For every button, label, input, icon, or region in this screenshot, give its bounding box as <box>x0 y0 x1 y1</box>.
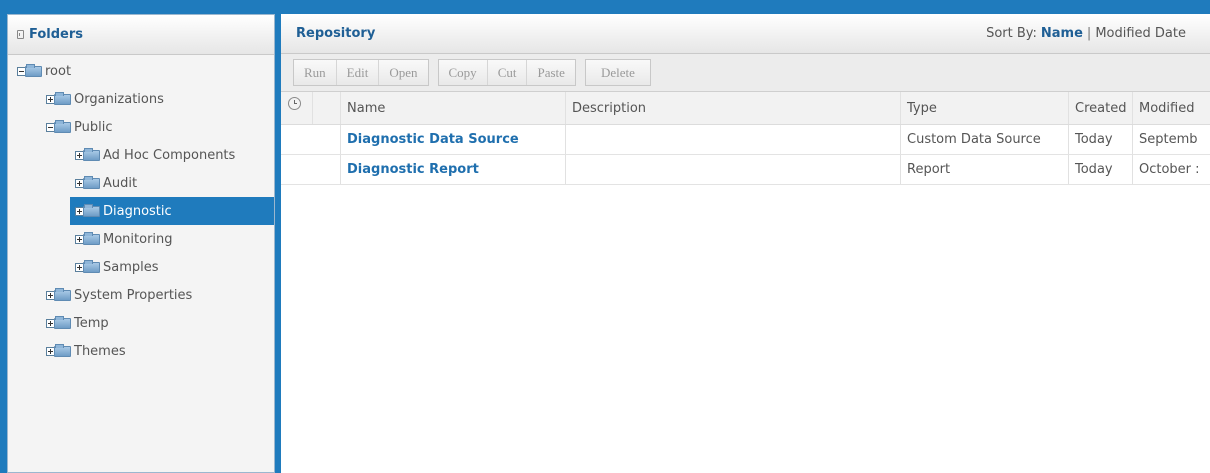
tree-item-monitoring[interactable]: Monitoring <box>75 225 173 253</box>
tree-item-label: System Properties <box>74 287 193 303</box>
sort-by-name-link[interactable]: Name <box>1041 26 1083 41</box>
resource-type: Report <box>901 155 1069 184</box>
folder-expand-icon[interactable] <box>46 315 71 330</box>
tree-item-label: Samples <box>103 259 159 275</box>
column-header-created[interactable]: Created <box>1069 92 1133 124</box>
open-button[interactable]: Open <box>379 60 427 85</box>
select-column-header <box>313 92 341 124</box>
clock-icon <box>288 97 301 110</box>
column-header-name[interactable]: Name <box>341 92 566 124</box>
folder-expand-icon[interactable] <box>75 175 100 190</box>
folder-expand-icon[interactable] <box>46 343 71 358</box>
schedule-column-header[interactable] <box>281 92 313 124</box>
cut-button[interactable]: Cut <box>488 60 528 85</box>
tree-item-label: Themes <box>74 343 126 359</box>
sort-by-modified-date-link[interactable]: Modified Date <box>1095 26 1186 41</box>
resource-name-link[interactable]: Diagnostic Data Source <box>341 125 566 154</box>
paste-button[interactable]: Paste <box>527 60 574 85</box>
resource-created: Today <box>1069 155 1133 184</box>
table-header: Name Description Type Created Modified <box>281 92 1210 125</box>
repository-toolbar: Run Edit Open Copy Cut Paste Delete <box>281 54 1210 92</box>
column-header-description[interactable]: Description <box>566 92 901 124</box>
tree-item-themes[interactable]: Themes <box>46 337 126 365</box>
tree-item-organizations[interactable]: Organizations <box>46 85 164 113</box>
resource-modified: October : <box>1139 162 1200 177</box>
run-button[interactable]: Run <box>294 60 337 85</box>
row-schedule-cell <box>281 155 313 184</box>
folders-header: Folders <box>8 15 274 55</box>
repository-table: Name Description Type Created Modified D… <box>281 92 1210 185</box>
tree-item-system-properties[interactable]: System Properties <box>46 281 192 309</box>
table-row[interactable]: Diagnostic Data Source Custom Data Sourc… <box>281 125 1210 155</box>
resource-description <box>566 155 901 184</box>
table-row[interactable]: Diagnostic Report Report Today October : <box>281 155 1210 185</box>
repository-title: Repository <box>296 26 376 41</box>
tree-item-label: Diagnostic <box>103 203 172 219</box>
tree-item-ad-hoc-components[interactable]: Ad Hoc Components <box>75 141 235 169</box>
tree-item-label: Public <box>74 119 113 135</box>
resource-description <box>566 125 901 154</box>
tree-item-label: root <box>45 63 72 79</box>
row-select-cell[interactable] <box>313 125 341 154</box>
folder-expand-icon[interactable] <box>75 147 100 162</box>
folder-expand-icon[interactable] <box>75 231 100 246</box>
tree-item-label: Temp <box>74 315 109 331</box>
toolbar-group-actions: Run Edit Open <box>293 59 429 86</box>
column-header-modified[interactable]: Modified <box>1133 92 1210 124</box>
repository-panel: Repository Sort By: Name | Modified Date… <box>281 14 1210 473</box>
tree-item-samples[interactable]: Samples <box>75 253 159 281</box>
collapse-panel-icon[interactable] <box>17 30 24 39</box>
tree-item-diagnostic[interactable]: Diagnostic <box>70 197 274 225</box>
sort-separator: | <box>1086 26 1092 41</box>
folders-title: Folders <box>29 27 84 42</box>
repository-header: Repository Sort By: Name | Modified Date <box>281 14 1210 54</box>
folder-collapse-icon[interactable] <box>17 63 42 78</box>
tree-item-temp[interactable]: Temp <box>46 309 109 337</box>
resource-created: Today <box>1069 125 1133 154</box>
delete-button[interactable]: Delete <box>586 60 650 85</box>
folder-expand-icon[interactable] <box>46 91 71 106</box>
folder-expand-icon[interactable] <box>46 287 71 302</box>
folder-collapse-icon[interactable] <box>46 119 71 134</box>
folder-expand-icon[interactable] <box>75 203 100 218</box>
row-schedule-cell <box>281 125 313 154</box>
sort-controls: Sort By: Name | Modified Date <box>986 26 1210 41</box>
resource-modified: Septemb <box>1139 132 1198 147</box>
copy-button[interactable]: Copy <box>439 60 488 85</box>
folder-expand-icon[interactable] <box>75 259 100 274</box>
tree-item-label: Audit <box>103 175 138 191</box>
toolbar-group-delete: Delete <box>584 59 651 86</box>
resource-name-link[interactable]: Diagnostic Report <box>341 155 566 184</box>
resource-type: Custom Data Source <box>901 125 1069 154</box>
tree-item-label: Monitoring <box>103 231 173 247</box>
edit-button[interactable]: Edit <box>337 60 380 85</box>
sort-label: Sort By: <box>986 26 1037 41</box>
tree-item-root[interactable]: root <box>17 57 71 85</box>
tree-item-label: Organizations <box>74 91 164 107</box>
tree-item-audit[interactable]: Audit <box>75 169 137 197</box>
tree-item-label: Ad Hoc Components <box>103 147 236 163</box>
tree-item-public[interactable]: Public <box>46 113 112 141</box>
column-header-type[interactable]: Type <box>901 92 1069 124</box>
row-select-cell[interactable] <box>313 155 341 184</box>
toolbar-group-clipboard: Copy Cut Paste <box>437 59 576 86</box>
folders-panel: Folders root Organizations Public Ad Hoc… <box>7 14 275 473</box>
